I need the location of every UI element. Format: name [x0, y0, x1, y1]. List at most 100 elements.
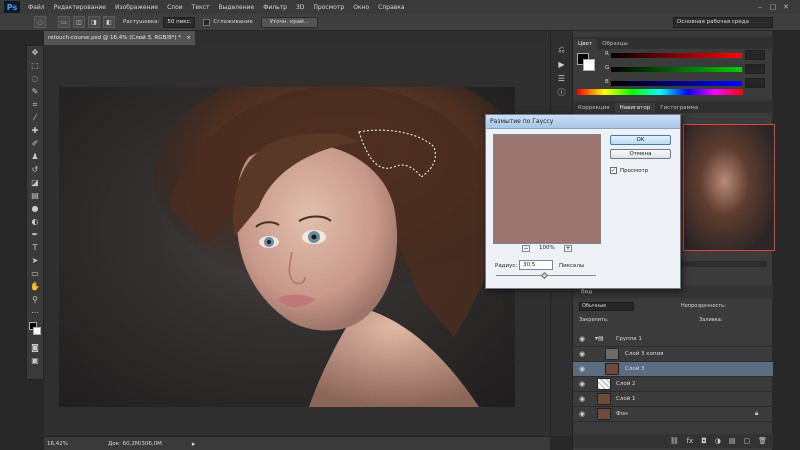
screen-mode-icon[interactable]: ▣	[27, 354, 43, 367]
hand-tool-icon[interactable]: ✋	[27, 280, 43, 293]
zoom-level[interactable]: 16,42%	[47, 441, 68, 447]
ok-button[interactable]: OK	[610, 135, 671, 145]
new-selection-icon[interactable]: ▭	[58, 16, 70, 28]
preview-checkbox[interactable]: ✓	[610, 167, 617, 174]
crop-tool-icon[interactable]: ⌗	[27, 98, 43, 111]
menu-help[interactable]: Справка	[378, 4, 404, 11]
adjustment-layer-icon[interactable]: ◑	[715, 437, 721, 445]
menu-edit[interactable]: Редактирование	[54, 4, 106, 11]
tab-swatches[interactable]: Образцы	[597, 39, 633, 49]
menu-filter[interactable]: Фильтр	[263, 4, 287, 11]
menu-image[interactable]: Изображение	[115, 4, 158, 11]
navigator-preview[interactable]	[683, 124, 775, 251]
lasso-tool-icon[interactable]: ◌	[27, 72, 43, 85]
actions-panel-icon[interactable]: ▶	[551, 57, 572, 71]
lasso-tool-preset-icon[interactable]: ◌	[34, 16, 46, 28]
gradient-tool-icon[interactable]: ▤	[27, 189, 43, 202]
zoom-in-icon[interactable]: +	[564, 245, 572, 252]
menu-window[interactable]: Окно	[353, 4, 369, 11]
history-brush-tool-icon[interactable]: ↺	[27, 163, 43, 176]
tab-histogram[interactable]: Гистограмма	[655, 103, 703, 113]
visibility-eye-icon[interactable]: ◉	[579, 395, 585, 403]
color-swatches[interactable]	[27, 319, 43, 341]
healing-brush-tool-icon[interactable]: ✚	[27, 124, 43, 137]
subtract-selection-icon[interactable]: ◨	[88, 16, 100, 28]
refine-edge-button[interactable]: Уточн. край...	[260, 16, 318, 28]
image-canvas[interactable]	[59, 87, 515, 407]
menu-3d[interactable]: 3D	[296, 4, 304, 11]
zoom-out-icon[interactable]: −	[522, 245, 530, 252]
layers-filter-kind[interactable]: Вид	[581, 289, 592, 295]
visibility-eye-icon[interactable]: ◉	[579, 365, 585, 373]
blur-preview[interactable]	[493, 134, 601, 244]
properties-panel-icon[interactable]: ☰	[551, 71, 572, 85]
add-mask-icon[interactable]: ◘	[701, 437, 707, 445]
visibility-eye-icon[interactable]: ◉	[579, 350, 585, 358]
move-tool-icon[interactable]: ✥	[27, 46, 43, 59]
visibility-eye-icon[interactable]: ◉	[579, 335, 585, 343]
menu-view[interactable]: Просмотр	[313, 4, 344, 11]
close-icon[interactable]: ✕	[781, 2, 791, 12]
layer-row-background[interactable]: ◉ Фон 🔒︎	[573, 407, 773, 422]
layer-style-icon[interactable]: fx	[687, 437, 694, 445]
eraser-tool-icon[interactable]: ◪	[27, 176, 43, 189]
layer-row[interactable]: ◉ Слой 3 копия	[573, 347, 773, 362]
green-slider[interactable]	[611, 67, 742, 72]
blur-tool-icon[interactable]: ●	[27, 202, 43, 215]
clone-stamp-tool-icon[interactable]: ♟	[27, 150, 43, 163]
blue-value[interactable]	[745, 78, 765, 88]
document-tab[interactable]: retouch-course.psd @ 16,4% (Слой 3, RGB/…	[44, 31, 195, 45]
intersect-selection-icon[interactable]: ◧	[103, 16, 115, 28]
quick-select-tool-icon[interactable]: ✎	[27, 85, 43, 98]
info-panel-icon[interactable]: ⓘ	[551, 85, 572, 99]
menu-select[interactable]: Выделение	[218, 4, 254, 11]
workspace-select[interactable]: Основная рабочая среда	[673, 17, 773, 28]
blend-mode-select[interactable]: Обычные	[579, 302, 634, 311]
layer-row-group[interactable]: ◉ ▾▤ Группа 1	[573, 332, 773, 347]
maximize-icon[interactable]: □	[768, 2, 778, 12]
brush-tool-icon[interactable]: ✐	[27, 137, 43, 150]
green-value[interactable]	[745, 64, 765, 74]
tab-color[interactable]: Цвет	[573, 39, 598, 49]
new-layer-icon[interactable]: ▢	[743, 437, 750, 445]
radius-input[interactable]: 30,5	[519, 260, 553, 270]
eyedropper-tool-icon[interactable]: ⁄	[27, 111, 43, 124]
add-selection-icon[interactable]: ◫	[73, 16, 85, 28]
shape-tool-icon[interactable]: ▭	[27, 267, 43, 280]
red-value[interactable]	[745, 50, 765, 60]
tab-adjustments[interactable]: Коррекция	[573, 103, 615, 113]
status-menu-arrow-icon[interactable]: ▸	[192, 440, 196, 448]
color-spectrum-bar[interactable]	[577, 89, 743, 95]
visibility-eye-icon[interactable]: ◉	[579, 410, 585, 418]
red-slider[interactable]	[611, 53, 742, 58]
zoom-tool-icon[interactable]: ⚲	[27, 293, 43, 306]
pen-tool-icon[interactable]: ✒	[27, 228, 43, 241]
path-select-tool-icon[interactable]: ➤	[27, 254, 43, 267]
cancel-button[interactable]: Отмена	[610, 149, 671, 159]
delete-layer-icon[interactable]: 🗑︎	[758, 437, 767, 445]
layer-row[interactable]: ◉ Слой 1	[573, 392, 773, 407]
menu-type[interactable]: Текст	[192, 4, 210, 11]
radius-slider-thumb[interactable]	[540, 271, 549, 280]
new-group-icon[interactable]: ▤	[729, 437, 736, 445]
layer-row-selected[interactable]: ◉ Слой 3	[573, 362, 773, 377]
minimize-icon[interactable]: –	[755, 2, 765, 12]
visibility-eye-icon[interactable]: ◉	[579, 380, 585, 388]
link-layers-icon[interactable]: ⛓	[670, 437, 679, 445]
history-panel-icon[interactable]: ⎌	[551, 43, 572, 57]
dodge-tool-icon[interactable]: ◐	[27, 215, 43, 228]
menu-layers[interactable]: Слои	[167, 4, 183, 11]
close-tab-icon[interactable]: ×	[186, 31, 191, 45]
opacity-label: Непрозрачность:	[681, 303, 726, 309]
smoothing-checkbox[interactable]	[203, 18, 211, 26]
background-color[interactable]	[583, 59, 595, 71]
feather-input[interactable]: 50 пикс.	[163, 16, 196, 28]
layer-row[interactable]: ◉ Слой 2	[573, 377, 773, 392]
menu-file[interactable]: Файл	[28, 4, 45, 11]
more-tools-icon[interactable]: ⋯	[27, 306, 43, 319]
quick-mask-icon[interactable]: ◙	[27, 341, 43, 354]
marquee-tool-icon[interactable]: ⬚	[27, 59, 43, 72]
blue-slider[interactable]	[611, 81, 742, 86]
type-tool-icon[interactable]: T	[27, 241, 43, 254]
tab-navigator[interactable]: Навигатор	[614, 103, 656, 113]
